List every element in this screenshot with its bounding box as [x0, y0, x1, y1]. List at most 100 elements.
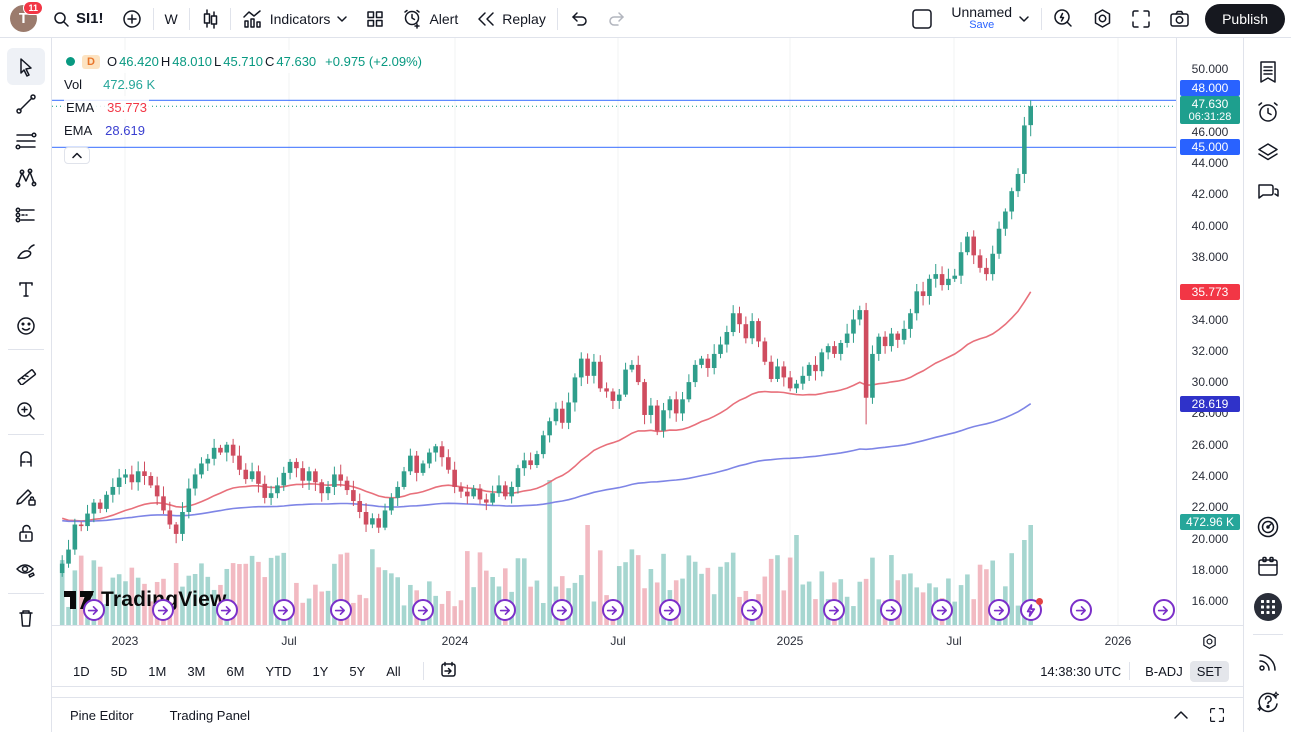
contract-roll-marker[interactable]	[659, 599, 681, 621]
range-button-6m[interactable]: 6M	[219, 661, 251, 682]
indicators-label: Indicators	[270, 11, 331, 27]
lock-all-tool[interactable]	[7, 514, 45, 551]
range-button-1d[interactable]: 1D	[66, 661, 97, 682]
alerts-panel-button[interactable]	[1250, 92, 1286, 132]
range-button-3m[interactable]: 3M	[180, 661, 212, 682]
trading-panel-tab[interactable]: Trading Panel	[170, 708, 250, 723]
publish-button[interactable]: Publish	[1205, 4, 1285, 34]
apps-grid-icon	[1253, 592, 1283, 622]
remove-all-tool[interactable]	[7, 599, 45, 636]
change-value: +0.975 (+2.09%)	[325, 54, 422, 69]
symbol-search[interactable]: SI1!	[43, 4, 113, 34]
undo-button[interactable]	[560, 4, 598, 34]
chart-type-button[interactable]	[192, 4, 228, 34]
current-price-chip: 47.63006:31:28	[1180, 96, 1240, 124]
avatar[interactable]: T 11	[10, 5, 37, 32]
contract-roll-marker[interactable]	[602, 599, 624, 621]
gear-icon	[1092, 8, 1113, 29]
watchlist-panel-button[interactable]	[1250, 52, 1286, 92]
zoom-in-tool[interactable]	[7, 392, 45, 429]
panel-expand-chevron-icon[interactable]	[1173, 710, 1189, 720]
text-tool[interactable]	[7, 270, 45, 307]
series-status-dot	[66, 57, 75, 66]
range-button-1m[interactable]: 1M	[141, 661, 173, 682]
pattern-tool[interactable]	[7, 159, 45, 196]
legend-volume-row[interactable]: Vol 472.96 K	[64, 73, 424, 96]
price-axis[interactable]: 50.00046.00044.00042.00040.00038.00034.0…	[1176, 38, 1243, 625]
alert-button[interactable]: Alert	[393, 4, 467, 34]
legend-main-row[interactable]: D O46.420H48.010L45.710C47.630 +0.975 (+…	[64, 50, 424, 73]
range-button-5y[interactable]: 5Y	[342, 661, 372, 682]
price-tick: 26.000	[1177, 438, 1243, 452]
trend-line-tool[interactable]	[7, 85, 45, 122]
axis-settings-gear-icon[interactable]	[1201, 633, 1218, 650]
compare-add-button[interactable]	[113, 4, 151, 34]
panel-maximize-icon[interactable]	[1209, 707, 1225, 723]
drawing-mode-tool[interactable]	[7, 477, 45, 514]
session-toggle[interactable]: SET	[1190, 661, 1229, 682]
layout-name-button[interactable]: Unnamed Save	[942, 4, 1039, 34]
chart-pane[interactable]: TradingView D O46.420H48.010L45.710C47.6…	[52, 38, 1176, 625]
interval-button[interactable]: W	[156, 4, 187, 34]
apps-button[interactable]	[1250, 587, 1286, 627]
magnet-tool[interactable]	[7, 440, 45, 477]
pine-editor-tab[interactable]: Pine Editor	[70, 708, 134, 723]
undo-icon	[569, 10, 589, 28]
utc-clock[interactable]: 14:38:30 UTC	[1040, 664, 1121, 679]
screener-button[interactable]	[1250, 507, 1286, 547]
replay-button[interactable]: Replay	[467, 4, 555, 34]
brush-tool[interactable]	[7, 233, 45, 270]
contract-roll-marker[interactable]	[412, 599, 434, 621]
replay-point-marker[interactable]	[1020, 599, 1042, 621]
contract-roll-marker[interactable]	[988, 599, 1010, 621]
alert-clock-icon	[402, 8, 423, 29]
contract-roll-marker[interactable]	[931, 599, 953, 621]
range-button-1y[interactable]: 1Y	[305, 661, 335, 682]
price-tick: 44.000	[1177, 156, 1243, 170]
adjustment-toggle[interactable]: B-ADJ	[1138, 661, 1190, 682]
contract-roll-marker[interactable]	[216, 599, 238, 621]
indicators-button[interactable]: Indicators	[233, 4, 358, 34]
cursor-tool[interactable]	[7, 48, 45, 85]
legend-collapse-button[interactable]	[64, 147, 90, 164]
projection-icon	[15, 205, 37, 225]
redo-icon	[607, 10, 627, 28]
indicators-icon	[242, 9, 264, 29]
range-button-ytd[interactable]: YTD	[258, 661, 298, 682]
save-label[interactable]: Save	[969, 20, 994, 32]
price-label-chip: 472.96 K	[1180, 514, 1240, 530]
hide-drawings-tool[interactable]	[7, 551, 45, 588]
contract-roll-marker[interactable]	[83, 599, 105, 621]
streams-button[interactable]	[1250, 642, 1286, 682]
calendar-button[interactable]	[1250, 547, 1286, 587]
settings-button[interactable]	[1083, 4, 1122, 34]
contract-roll-marker[interactable]	[273, 599, 295, 621]
layout-thumbnail-button[interactable]	[902, 4, 942, 34]
redo-button[interactable]	[598, 4, 636, 34]
multichart-layout-button[interactable]	[357, 4, 393, 34]
prediction-tool[interactable]	[7, 196, 45, 233]
contract-roll-marker[interactable]	[741, 599, 763, 621]
help-button[interactable]	[1250, 682, 1286, 722]
go-to-date-button[interactable]	[432, 657, 465, 685]
time-axis[interactable]: 2023Jul2024Jul2025Jul2026	[52, 625, 1243, 656]
object-tree-button[interactable]	[1250, 132, 1286, 172]
gauge-icon	[1255, 514, 1281, 540]
legend-ema1-row[interactable]: EMA 35.773	[64, 96, 149, 119]
quick-search-button[interactable]	[1044, 4, 1083, 34]
layout-name: Unnamed	[951, 5, 1012, 20]
contract-roll-marker[interactable]	[330, 599, 352, 621]
xabcd-pattern-icon	[15, 168, 37, 188]
ohlc-value: 48.010	[172, 54, 212, 69]
legend-ema2-row[interactable]: EMA 28.619	[64, 119, 424, 142]
screenshot-button[interactable]	[1160, 4, 1199, 34]
fullscreen-button[interactable]	[1122, 4, 1160, 34]
range-button-all[interactable]: All	[379, 661, 407, 682]
emoji-tool[interactable]	[7, 307, 45, 344]
range-button-5d[interactable]: 5D	[104, 661, 135, 682]
contract-roll-marker[interactable]	[1153, 599, 1175, 621]
ruler-tool[interactable]	[7, 355, 45, 392]
alarm-clock-icon	[1255, 99, 1281, 125]
chat-panel-button[interactable]	[1250, 172, 1286, 212]
fib-retracement-tool[interactable]	[7, 122, 45, 159]
